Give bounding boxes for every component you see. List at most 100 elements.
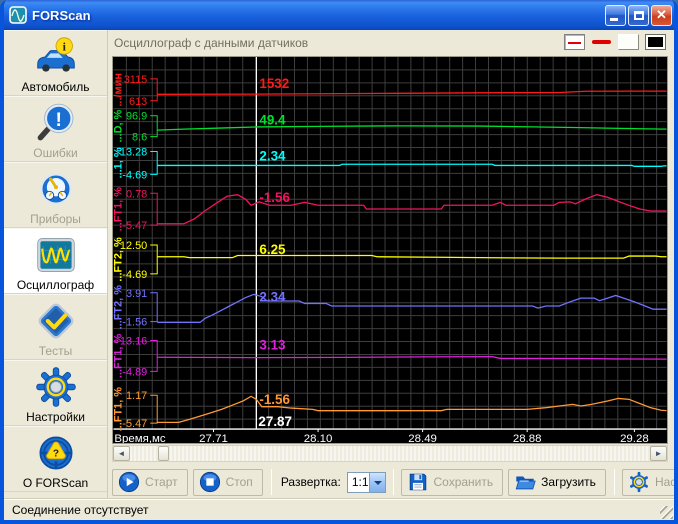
- svg-text:2.34: 2.34: [259, 148, 286, 163]
- svg-text:?: ?: [52, 449, 58, 460]
- svg-text:-1.56: -1.56: [122, 317, 147, 329]
- scroll-right-button[interactable]: ►: [650, 446, 667, 461]
- about-wheel-icon: ?: [4, 430, 107, 476]
- stop-icon: [199, 471, 220, 493]
- resize-grip[interactable]: [660, 506, 673, 519]
- svg-text:12.50: 12.50: [120, 240, 147, 252]
- svg-text:6.25: 6.25: [259, 242, 286, 257]
- sidebar-item-settings[interactable]: Настройки: [4, 360, 107, 426]
- folder-open-icon: [515, 476, 536, 490]
- chart-title: Осциллограф с данными датчиков: [114, 36, 309, 50]
- sidebar-item-vehicle[interactable]: i Автомобиль: [4, 30, 107, 96]
- app-window: FORScan ✕ i Автомобиль ! Ошибки Приборы …: [0, 0, 678, 524]
- play-icon: [118, 471, 140, 493]
- svg-text:27.71: 27.71: [199, 433, 228, 443]
- svg-text:3.13: 3.13: [259, 337, 285, 352]
- stop-button: Стоп: [192, 468, 263, 496]
- maximize-icon: [634, 10, 644, 20]
- svg-text:!: !: [55, 110, 61, 131]
- svg-text:613: 613: [129, 96, 147, 108]
- svg-text:Время,мс: Время,мс: [114, 433, 165, 443]
- scroll-left-button[interactable]: ◄: [113, 446, 130, 461]
- sweep-select[interactable]: 1:1: [346, 471, 386, 493]
- sidebar-item-label: Автомобиль: [21, 80, 90, 94]
- floppy-save-icon: [409, 473, 426, 491]
- scroll-thumb[interactable]: [158, 446, 169, 461]
- svg-text:3.91: 3.91: [126, 288, 147, 300]
- sidebar-item-tests: Тесты: [4, 294, 107, 360]
- svg-text:28.49: 28.49: [408, 433, 437, 443]
- svg-text:27.87: 27.87: [258, 414, 292, 429]
- line-thick-button[interactable]: [591, 34, 612, 50]
- close-icon: ✕: [656, 6, 667, 22]
- sidebar-item-label: Тесты: [38, 344, 73, 358]
- chevron-down-icon[interactable]: [368, 472, 385, 492]
- svg-text:13.16: 13.16: [120, 336, 147, 348]
- start-button: Старт: [112, 468, 188, 496]
- toolbar-separator: [392, 469, 394, 495]
- svg-text:-1.56: -1.56: [259, 392, 290, 407]
- sidebar-item-oscilloscope[interactable]: Осциллограф: [4, 228, 107, 294]
- close-button[interactable]: ✕: [651, 4, 672, 26]
- svg-text:28.10: 28.10: [304, 433, 333, 443]
- gear-icon: [629, 471, 648, 493]
- title-bar[interactable]: FORScan ✕: [4, 0, 674, 30]
- sweep-value: 1:1: [351, 474, 369, 489]
- sidebar-item-label: О FORScan: [22, 476, 89, 490]
- svg-text:2.34: 2.34: [259, 290, 286, 305]
- toolbar: Старт Стоп Развертка: 1:1 Сохранить Загр…: [112, 462, 674, 500]
- window-title: FORScan: [32, 7, 91, 23]
- thick-line-icon: [592, 40, 611, 44]
- sidebar: i Автомобиль ! Ошибки Приборы Осциллогра…: [4, 30, 108, 498]
- svg-text:...D, %: ...D, %: [113, 109, 124, 142]
- svg-text:8.6: 8.6: [132, 132, 147, 144]
- save-button: Сохранить: [400, 468, 504, 496]
- sidebar-item-errors: ! Ошибки: [4, 96, 107, 162]
- app-icon: [9, 6, 27, 24]
- status-bar: Соединение отсутствует: [4, 498, 674, 520]
- settings-button: Настройка: [621, 468, 674, 496]
- sidebar-item-label: Ошибки: [33, 146, 78, 160]
- toolbar-separator: [613, 469, 615, 495]
- maximize-button[interactable]: [628, 4, 649, 26]
- svg-text:49.4: 49.4: [259, 113, 286, 128]
- sidebar-item-label: Настройки: [26, 410, 85, 424]
- svg-text:3115: 3115: [124, 74, 148, 86]
- gauge-icon: [4, 166, 107, 212]
- svg-text:28.88: 28.88: [513, 433, 542, 443]
- svg-text:-4.89: -4.89: [122, 366, 147, 378]
- sidebar-item-label: Приборы: [30, 212, 81, 226]
- svg-text:.../мин: .../мин: [113, 73, 124, 107]
- svg-text:0.78: 0.78: [126, 188, 147, 200]
- sidebar-item-about[interactable]: ? О FORScan: [4, 426, 107, 492]
- sweep-label: Развертка:: [280, 475, 341, 489]
- sidebar-item-label: Осциллограф: [16, 278, 95, 292]
- background-white-button[interactable]: [618, 34, 639, 50]
- minimize-button[interactable]: [605, 4, 626, 26]
- svg-text:-4.69: -4.69: [122, 169, 147, 181]
- toolbar-separator: [270, 469, 272, 495]
- load-button[interactable]: Загрузить: [508, 468, 606, 496]
- magnifier-error-icon: !: [4, 100, 107, 146]
- svg-text:13.28: 13.28: [120, 146, 147, 158]
- oscilloscope-chart: Время,мс 27.71 28.10 28.49 28.88 29.28 .../мин…: [112, 56, 668, 444]
- svg-text:1.17: 1.17: [126, 390, 147, 402]
- svg-text:-5.47: -5.47: [122, 418, 147, 430]
- svg-text:1532: 1532: [259, 76, 289, 91]
- line-thin-button[interactable]: [564, 34, 585, 50]
- gear-icon: [4, 364, 107, 410]
- main-panel: Осциллограф с данными датчиков Время,мс 2…: [108, 30, 674, 498]
- sidebar-item-gauges: Приборы: [4, 162, 107, 228]
- car-info-icon: i: [4, 34, 107, 80]
- oscilloscope-icon: [4, 232, 107, 278]
- background-black-button[interactable]: [645, 34, 666, 50]
- svg-text:-5.47: -5.47: [122, 220, 147, 232]
- svg-text:-1.56: -1.56: [259, 190, 290, 205]
- scroll-track[interactable]: [130, 446, 650, 461]
- test-check-icon: [4, 298, 107, 344]
- minimize-icon: [610, 17, 618, 21]
- horizontal-scrollbar: ◄ ►: [112, 445, 668, 462]
- line-style-controls: [564, 34, 666, 50]
- svg-text:29.28: 29.28: [620, 433, 649, 443]
- chart-canvas[interactable]: Время,мс 27.71 28.10 28.49 28.88 29.28 .../мин…: [113, 57, 667, 443]
